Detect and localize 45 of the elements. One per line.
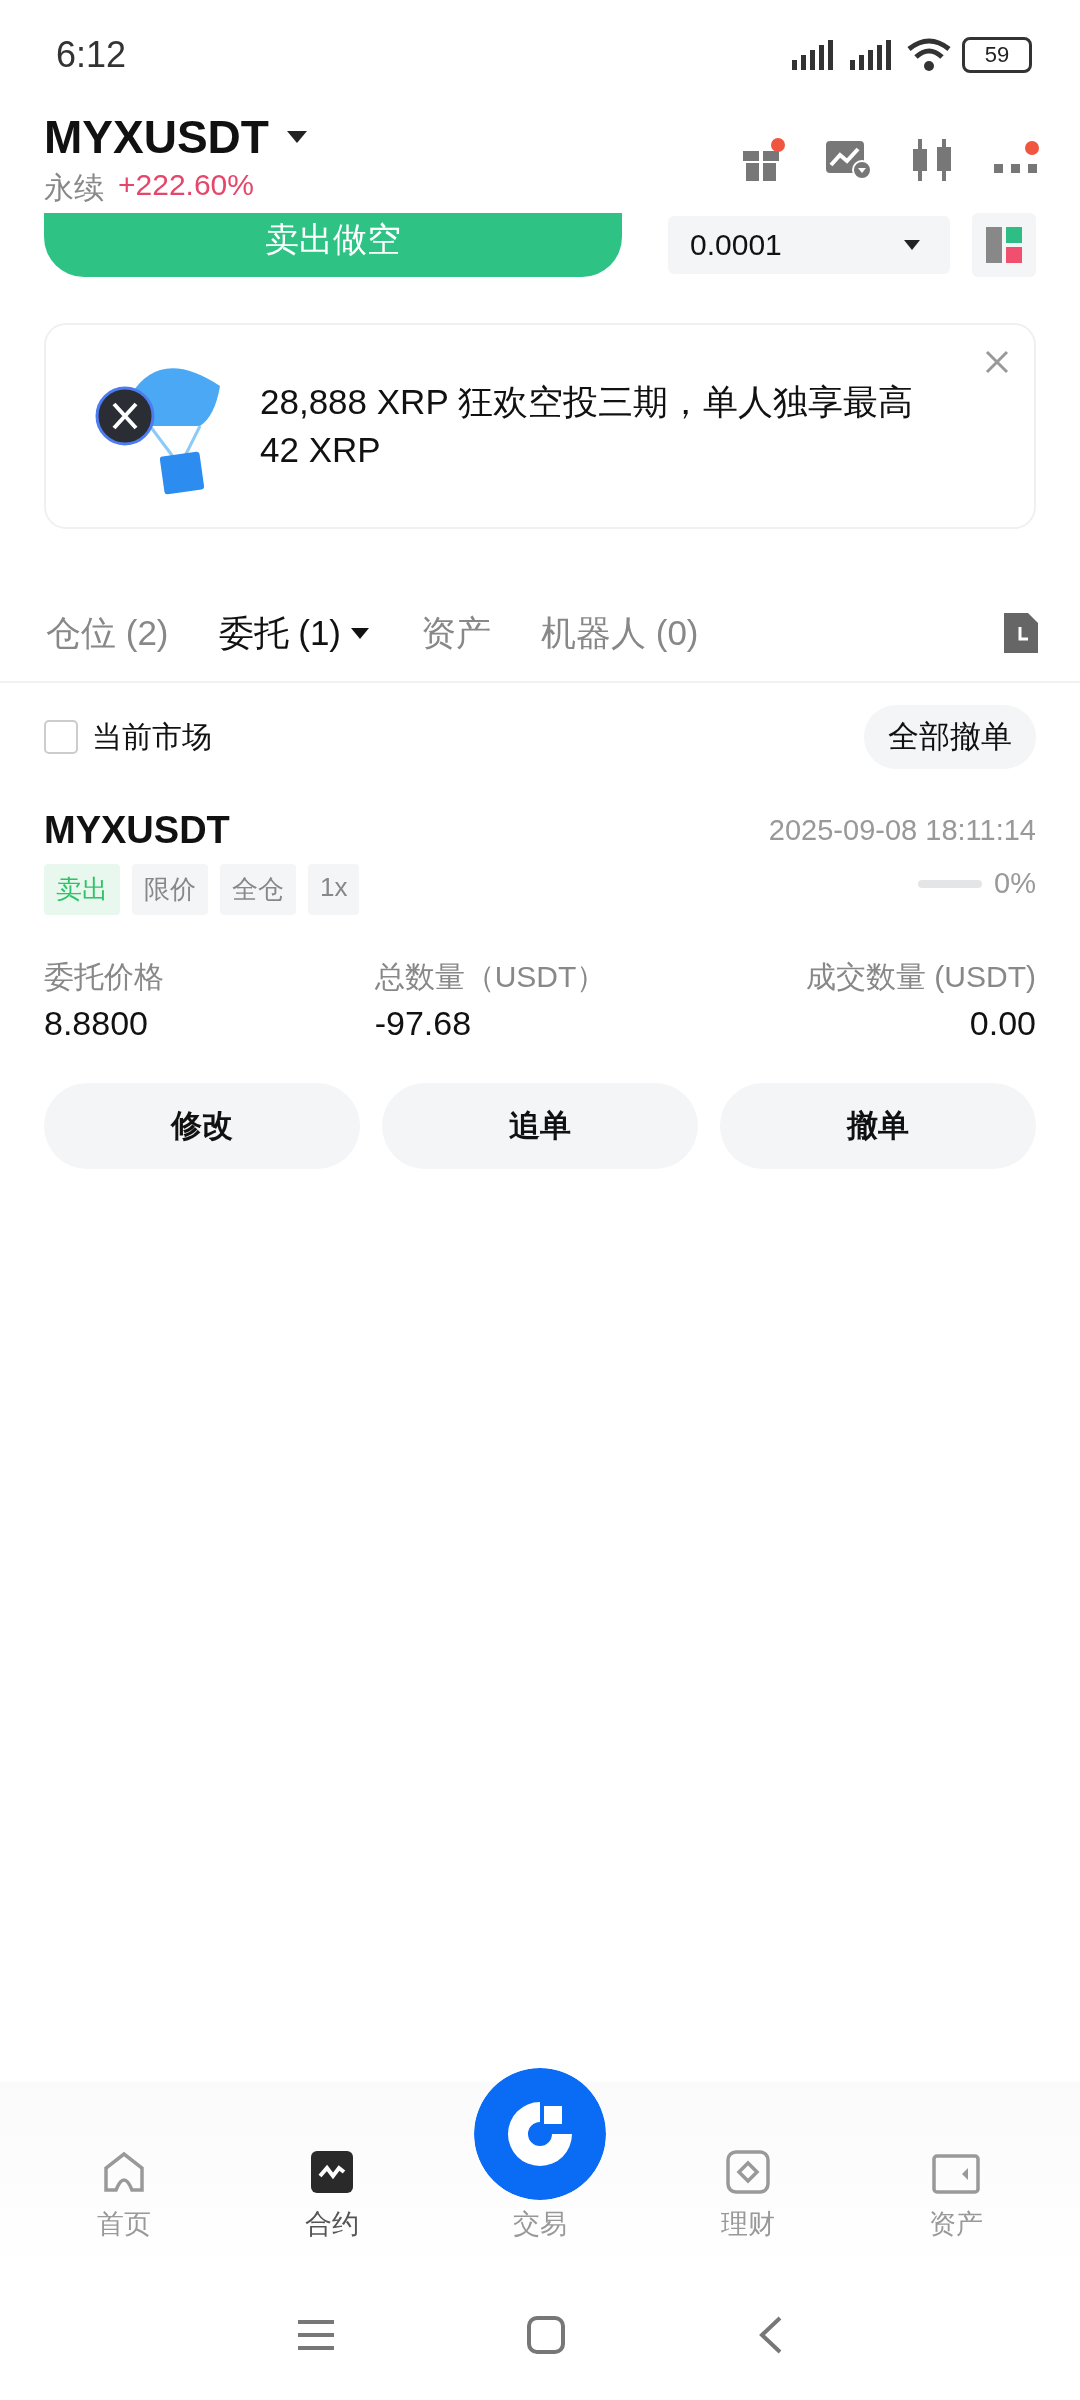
current-market-label: 当前市场: [92, 718, 212, 755]
candlestick-icon[interactable]: [910, 136, 954, 183]
close-icon[interactable]: [984, 349, 1010, 375]
price-change: +222.60%: [118, 168, 254, 203]
fill-percent: 0%: [994, 867, 1036, 900]
order-tab[interactable]: 委托 (1): [218, 609, 371, 657]
layout-icon[interactable]: [972, 213, 1036, 277]
airdrop-banner[interactable]: 28,888 XRP 狂欢空投三期，单人独享最高 42 XRP: [44, 323, 1036, 529]
gift-icon[interactable]: [740, 136, 786, 183]
home-icon: [102, 2150, 146, 2194]
wallet-icon: [932, 2154, 980, 2194]
order-action-button[interactable]: 追单: [382, 1083, 698, 1169]
status-time: 6:12: [56, 34, 127, 76]
battery-icon: 59: [962, 37, 1032, 73]
contract-type: 永续: [44, 170, 104, 206]
order-tag: 限价: [132, 864, 208, 915]
field-label: 委托价格: [44, 959, 165, 995]
caret-icon: [902, 238, 922, 252]
field-value: 0.00: [969, 1004, 1036, 1043]
field-value: 8.8800: [44, 1004, 149, 1043]
order-tag: 1x: [308, 864, 360, 915]
order-tab[interactable]: 机器人 (0): [541, 609, 699, 657]
caret-icon[interactable]: [284, 129, 309, 145]
menu-icon[interactable]: [296, 2318, 336, 2352]
home-icon[interactable]: [526, 2315, 566, 2355]
order-action-button[interactable]: 修改: [44, 1083, 360, 1169]
order-action-button[interactable]: 撤单: [720, 1083, 1036, 1169]
symbol-title[interactable]: MYXUSDT: [44, 110, 269, 164]
field-value: -97.68: [374, 1004, 473, 1043]
order-tab[interactable]: 仓位 (2): [46, 609, 169, 657]
cancel-all-button[interactable]: 全部撤单: [864, 705, 1036, 769]
precision-dropdown[interactable]: 0.0001: [668, 216, 950, 274]
checkbox[interactable]: [44, 720, 78, 754]
order-tab[interactable]: 资产: [421, 609, 491, 657]
order-symbol: MYXUSDT: [44, 809, 230, 852]
pulse-icon: [310, 2150, 354, 2194]
order-time: 2025-09-08 18:11:14: [768, 814, 1036, 847]
field-label: 总数量（USDT）: [374, 959, 608, 995]
nav-item[interactable]: 合约: [262, 2150, 402, 2242]
field-label: 成交数量 (USDT): [806, 959, 1036, 995]
order-tag: 卖出: [44, 864, 120, 915]
wifi-icon: [906, 37, 952, 73]
banner-text: 28,888 XRP 狂欢空投三期，单人独享最高 42 XRP: [260, 381, 914, 471]
order-tag: 全仓: [220, 864, 296, 915]
chart-icon[interactable]: [824, 138, 872, 181]
